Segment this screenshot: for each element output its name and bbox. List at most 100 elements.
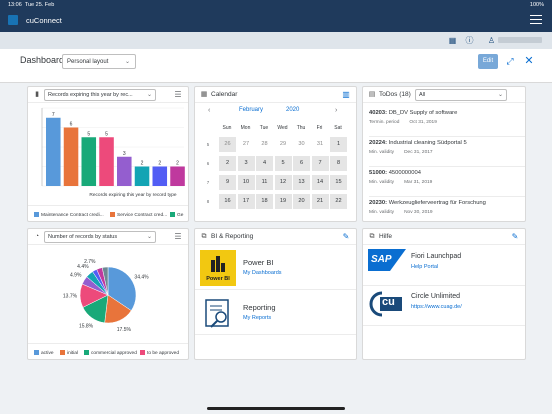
calendar-day[interactable]: 3 xyxy=(237,156,255,171)
bar[interactable] xyxy=(46,117,61,186)
calendar-day[interactable]: 1 xyxy=(330,137,347,152)
bar-value-label: 2 xyxy=(158,161,161,167)
todos-card: ▤ ToDos (18) All ⌄ 40203: DB_DV Supply o… xyxy=(362,86,526,222)
calendar-day[interactable]: 17 xyxy=(237,194,255,209)
calendar-day[interactable]: 22 xyxy=(330,194,347,209)
calendar-day[interactable]: 12 xyxy=(274,175,292,190)
calendar-day[interactable]: 30 xyxy=(293,137,310,152)
layout-select[interactable]: Personal layout ⌄ xyxy=(62,54,136,69)
calendar-day[interactable]: 6 xyxy=(293,156,310,171)
card-title: BI & Reporting xyxy=(211,233,254,240)
person-icon[interactable]: ♙ xyxy=(487,36,496,45)
user-name[interactable] xyxy=(498,37,542,43)
pie-chart: 34.4%17.5%15.8%13.7%4.9%4.4%2.7% xyxy=(63,259,149,333)
edit-pencil-icon[interactable]: ✎ xyxy=(511,233,519,241)
sap-logo-icon: SAP xyxy=(368,249,406,271)
calendar-day[interactable]: 15 xyxy=(330,175,347,190)
bar[interactable] xyxy=(152,166,168,187)
calendar-day[interactable]: 27 xyxy=(238,137,255,152)
slice-label: 15.8% xyxy=(79,324,94,330)
calendar-day[interactable]: 26 xyxy=(219,137,236,152)
calendar-day[interactable]: 4 xyxy=(256,156,273,171)
expand-icon[interactable]: ⤢ xyxy=(504,54,516,69)
chart-legend: Maintenance Contract credi... Service Co… xyxy=(28,205,188,221)
calendar-day[interactable]: 19 xyxy=(274,194,292,209)
calendar-day[interactable]: 8 xyxy=(330,156,347,171)
shell-bar: cuConnect xyxy=(0,10,552,32)
legend-item: active xyxy=(34,350,54,356)
todo-item[interactable]: 51000: 4500000004 Min. validity Mar 31, 20… xyxy=(369,167,525,197)
hilfe-card: ⧉ Hilfe ✎ SAP Fiori Launchpad Help Porta… xyxy=(362,228,526,360)
slice-label: 17.5% xyxy=(117,327,132,333)
calendar-day[interactable]: 5 xyxy=(274,156,292,171)
bar-value-label: 5 xyxy=(105,131,108,137)
close-icon[interactable]: ✕ xyxy=(523,54,535,69)
app-subtitle[interactable]: Help Portal xyxy=(411,264,438,270)
calendar-day[interactable]: 13 xyxy=(293,175,310,190)
calendar-day[interactable]: 18 xyxy=(256,194,273,209)
app-link-fiori[interactable]: SAP Fiori Launchpad Help Portal xyxy=(363,246,525,286)
bar-value-label: 2 xyxy=(141,161,144,167)
bar[interactable] xyxy=(170,166,185,187)
bar[interactable] xyxy=(134,166,150,187)
calendar-view-icon[interactable]: ▥ xyxy=(342,91,350,99)
bar-chart: 7 6 5 5 3 2 2 2 Records expiring this year by re… xyxy=(41,107,185,198)
calendar-day[interactable]: 31 xyxy=(312,137,329,152)
records-by-status-card: ◔ Number of records by status ⌄ ☰ 34.4% 1… xyxy=(27,228,189,360)
calendar-day[interactable]: 16 xyxy=(219,194,236,209)
calendar-day[interactable]: 28 xyxy=(256,137,273,152)
chevron-right-icon[interactable]: › xyxy=(335,107,337,114)
app-link-circle-unlimited[interactable]: cu Circle Unlimited https://www.cuag.de/ xyxy=(363,286,525,326)
todo-item[interactable]: 20230: Werkzeuglieferveertrag für Forsch… xyxy=(369,197,525,221)
app-name: Reporting xyxy=(243,303,276,312)
app-link-reporting[interactable]: Reporting My Reports xyxy=(195,291,356,335)
edit-button[interactable]: Edit xyxy=(478,54,498,69)
app-subtitle[interactable]: My Dashboards xyxy=(243,270,282,276)
bar[interactable] xyxy=(117,156,132,186)
todo-title: 20230: Werkzeuglieferveertrag für Forsch… xyxy=(369,200,486,206)
x-axis-label: Records expiring this year by record typ… xyxy=(89,192,177,198)
list-view-icon[interactable]: ☰ xyxy=(174,233,182,241)
record-type-select[interactable]: Records expiring this year by rec... ⌄ xyxy=(44,89,156,101)
status-select[interactable]: Number of records by status ⌄ xyxy=(44,231,156,243)
calendar-day[interactable]: 10 xyxy=(237,175,255,190)
card-header: ▦ Calendar ▥ xyxy=(195,87,356,103)
weekday-header: Sat xyxy=(334,125,342,131)
calendar-day[interactable]: 14 xyxy=(311,175,329,190)
calendar-day[interactable]: 20 xyxy=(293,194,310,209)
calendar-day[interactable]: 7 xyxy=(311,156,329,171)
calendar-day[interactable]: 2 xyxy=(219,156,236,171)
cu-logo-text: cu xyxy=(382,296,395,308)
calendar-day[interactable]: 21 xyxy=(311,194,329,209)
card-header: ⧉ BI & Reporting ✎ xyxy=(195,229,356,245)
legend-item: to be approved xyxy=(140,350,179,356)
todo-filter-value: All xyxy=(419,92,426,98)
calendar-day[interactable]: 29 xyxy=(275,137,292,152)
todo-item[interactable]: 20224: Industrial cleaning Südportal 5 Mi… xyxy=(369,137,525,167)
chevron-left-icon[interactable]: ‹ xyxy=(208,107,210,114)
chevron-down-icon: ⌄ xyxy=(124,59,130,65)
chevron-down-icon: ⌄ xyxy=(146,92,152,98)
edit-pencil-icon[interactable]: ✎ xyxy=(342,233,350,241)
calendar-day[interactable]: 9 xyxy=(219,175,236,190)
app-subtitle[interactable]: My Reports xyxy=(243,315,271,321)
bar[interactable] xyxy=(63,127,79,187)
app-link-power-bi[interactable]: Power BI Power BI My Dashboards xyxy=(195,246,356,290)
calendar-year[interactable]: 2020 xyxy=(286,107,299,113)
bar[interactable] xyxy=(81,137,97,186)
hamburger-menu-icon[interactable] xyxy=(530,15,542,25)
page-header: Dashboard Personal layout ⌄ Edit ⤢ ✕ xyxy=(0,49,552,83)
list-view-icon[interactable]: ☰ xyxy=(174,91,182,99)
todo-item[interactable]: 40203: DB_DV Supply of software Termin. p… xyxy=(369,107,525,137)
slice-label: 34.4% xyxy=(134,275,149,281)
calendar-month[interactable]: February xyxy=(239,107,263,113)
bar[interactable] xyxy=(99,137,114,186)
todo-filter-select[interactable]: All ⌄ xyxy=(415,89,507,101)
weekday-header: Sun xyxy=(222,125,232,131)
calendar-day[interactable]: 11 xyxy=(256,175,273,190)
qr-code-icon[interactable]: ▦ xyxy=(448,36,457,45)
help-icon[interactable]: ⓘ xyxy=(465,36,474,45)
power-bi-icon: Power BI xyxy=(200,250,236,286)
todo-title: 20224: Industrial cleaning Südportal 5 xyxy=(369,140,467,146)
app-subtitle[interactable]: https://www.cuag.de/ xyxy=(411,304,462,310)
